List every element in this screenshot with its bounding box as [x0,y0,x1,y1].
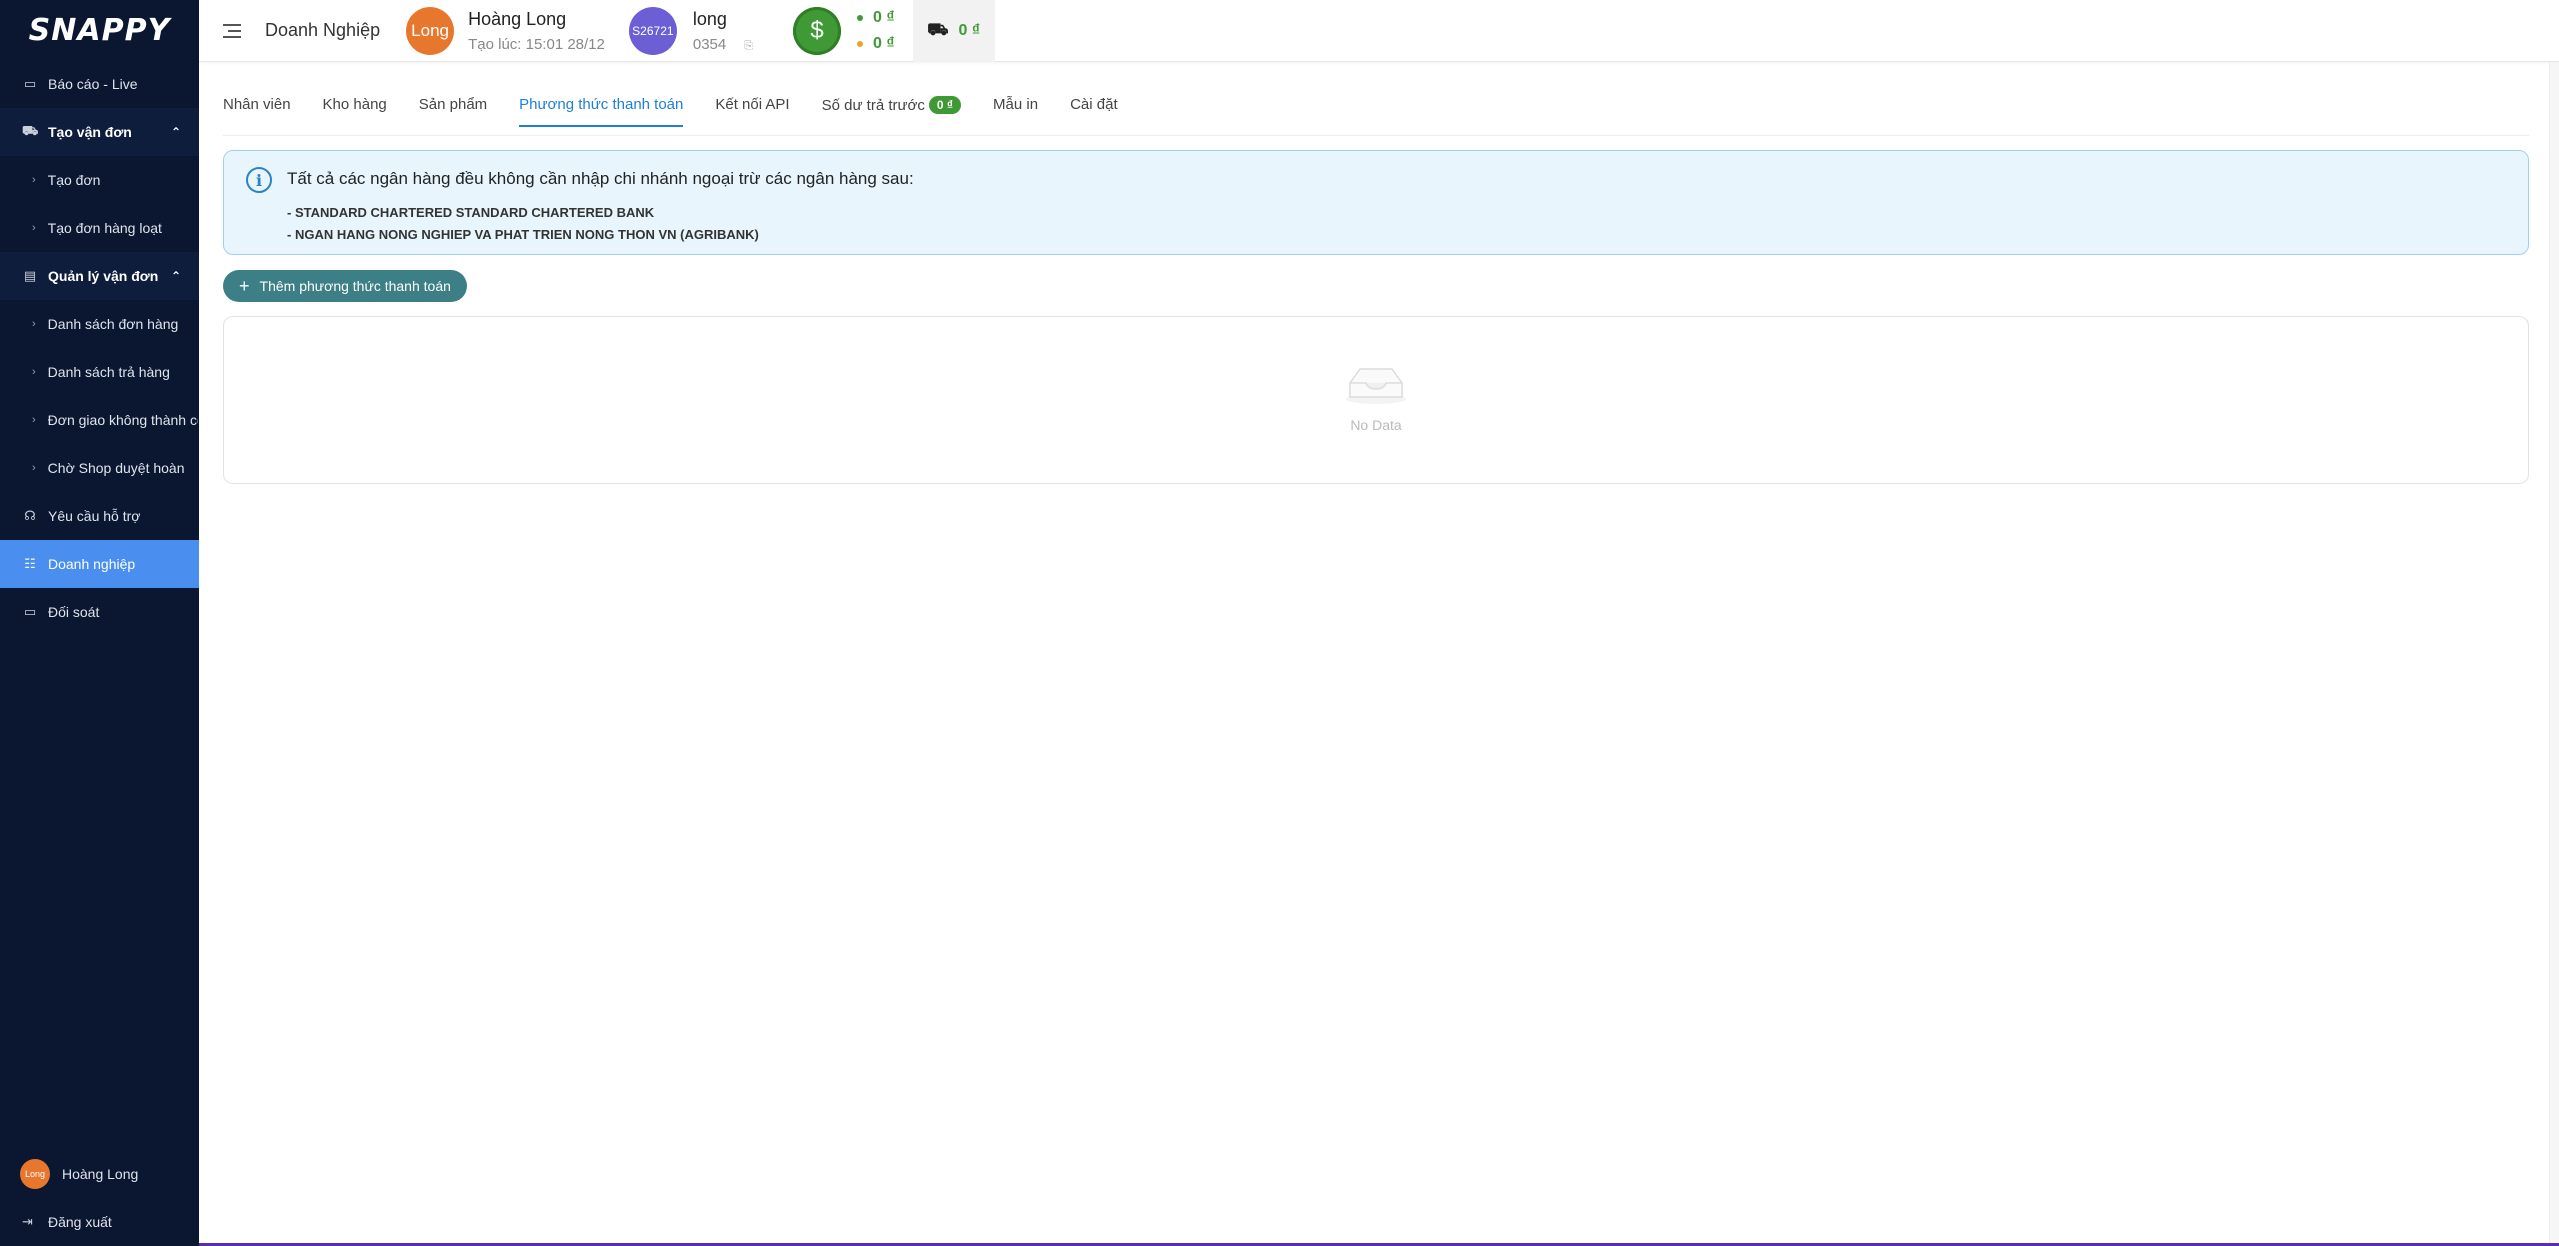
chevron-right-icon: › [32,366,36,378]
truck-icon: ⛟ [927,19,949,39]
info-icon: i [246,167,272,193]
chevron-right-icon: › [32,318,36,330]
monitor-icon: ▭ [23,76,37,91]
sidebar-item-return-list[interactable]: › Danh sách trả hàng [0,348,199,396]
tab-payment-methods[interactable]: Phương thức thanh toán [519,96,684,127]
main-content: Nhân viên Kho hàng Sản phẩm Phương thức … [199,62,2559,1246]
user-info: Hoàng Long Tạo lúc: 15:01 28/12 [468,9,605,53]
copy-icon[interactable]: ⎘ [744,40,753,52]
notice-bank-line: - STANDARD CHARTERED STANDARD CHARTERED … [287,205,655,220]
tab-label: Số dư trả trước [821,96,925,114]
chevron-up-icon: ⌃ [170,269,181,283]
tab-employees[interactable]: Nhân viên [223,96,291,125]
card-icon: ▭ [23,604,37,619]
sidebar-user[interactable]: Long Hoàng Long [0,1150,199,1198]
sidebar: SNAPPY ▭ Báo cáo - Live ⛟ Tạo vận đơn ⌃ … [0,0,199,1246]
empty-text: No Data [1350,417,1402,433]
menu-toggle-icon[interactable] [223,23,241,38]
shipping-balance-box[interactable]: ⛟ 0 ₫ [912,0,995,62]
tab-warehouses[interactable]: Kho hàng [323,96,387,125]
logout-label: Đăng xuất [48,1214,112,1230]
tab-print-templates[interactable]: Mẫu in [993,96,1038,125]
sidebar-group-manage-orders[interactable]: ▤ Quản lý vận đơn ⌃ [0,252,199,300]
green-dot-icon [857,14,864,21]
team-icon: ☷ [24,556,36,571]
sidebar-item-label: Tạo vận đơn [48,124,132,140]
dollar-icon[interactable]: $ [793,6,842,55]
balance-main: 0 ₫ [873,8,895,26]
sidebar-item-label: Danh sách trả hàng [47,364,170,380]
plus-icon: + [239,275,250,296]
sidebar-item-label: Chờ Shop duyệt hoàn [47,460,185,476]
sidebar-footer: Long Hoàng Long ⇥ Đăng xuất [0,1150,199,1246]
add-payment-method-label: Thêm phương thức thanh toán [259,278,451,294]
user-name: Hoàng Long [468,8,567,29]
sidebar-item-label: Báo cáo - Live [48,76,138,92]
avatar: Long [20,1159,50,1189]
sidebar-item-create-bulk[interactable]: › Tạo đơn hàng loạt [0,204,199,252]
page-title: Doanh Nghiệp [265,20,381,40]
user-created-at: Tạo lúc: 15:01 28/12 [468,35,605,53]
chevron-right-icon: › [32,462,36,474]
cart-icon: ⛟ [22,123,39,138]
balance-secondary: 0 ₫ [873,34,895,52]
tab-prepaid-balance[interactable]: Số dư trả trước 0 ₫ [821,96,962,126]
sidebar-item-create-single[interactable]: › Tạo đơn [0,156,199,204]
payment-methods-list: No Data [223,316,2529,484]
sidebar-item-awaiting-shop-approval[interactable]: › Chờ Shop duyệt hoàn [0,444,199,492]
vertical-scrollbar[interactable] [2549,62,2559,1246]
prepaid-balance-badge: 0 ₫ [928,96,962,114]
chevron-right-icon: › [32,414,36,426]
sidebar-menu: ▭ Báo cáo - Live ⛟ Tạo vận đơn ⌃ › Tạo đ… [0,60,199,636]
sidebar-item-reconciliation[interactable]: ▭ Đối soát [0,588,199,636]
orange-dot-icon [857,40,864,47]
logout-icon: ⇥ [22,1214,33,1229]
sidebar-user-name: Hoàng Long [62,1166,139,1182]
sidebar-item-label: Doanh nghiệp [48,556,136,572]
sidebar-group-create-order[interactable]: ⛟ Tạo vận đơn ⌃ [0,108,199,156]
sidebar-item-failed-delivery[interactable]: › Đơn giao không thành công [0,396,199,444]
tab-products[interactable]: Sản phẩm [419,96,487,125]
tab-settings[interactable]: Cài đặt [1070,96,1118,125]
notice-title: Tất cả các ngân hàng đều không cần nhập … [287,169,914,188]
bank-branch-notice: i Tất cả các ngân hàng đều không cần nhậ… [223,150,2529,255]
wallet-balances: 0 ₫ 0 ₫ [857,5,895,57]
chevron-right-icon: › [32,222,36,234]
chevron-up-icon: ⌃ [170,125,181,139]
sidebar-item-label: Danh sách đơn hàng [47,316,179,332]
sidebar-item-label: Đơn giao không thành công [47,412,198,428]
document-icon: ▤ [23,268,37,283]
sidebar-item-order-list[interactable]: › Danh sách đơn hàng [0,300,199,348]
sidebar-item-label: Yêu cầu hỗ trợ [48,508,141,524]
sidebar-item-label: Quản lý vận đơn [48,268,159,284]
shop-phone: 0354 ⎘ [693,36,753,53]
sidebar-item-label: Tạo đơn hàng loạt [47,220,162,236]
business-tabs: Nhân viên Kho hàng Sản phẩm Phương thức … [223,96,2529,136]
logout-button[interactable]: ⇥ Đăng xuất [0,1198,199,1246]
top-header: Doanh Nghiệp Long Hoàng Long Tạo lúc: 15… [199,0,2559,62]
tab-api-connection[interactable]: Kết nối API [715,96,789,125]
shop-info: long 0354 ⎘ [693,9,753,53]
shop-avatar[interactable]: S26721 [628,6,677,55]
sidebar-item-business[interactable]: ☷ Doanh nghiệp [0,540,199,588]
sidebar-item-label: Tạo đơn [47,172,101,188]
notice-bank-line: - NGAN HANG NONG NGHIEP VA PHAT TRIEN NO… [287,227,759,242]
shipping-balance: 0 ₫ [958,21,981,39]
empty-inbox-icon [1346,368,1406,404]
headset-icon: ☊ [24,508,36,523]
user-avatar[interactable]: Long [406,6,455,55]
shop-phone-number: 0354 [692,35,727,53]
snappy-logo[interactable]: SNAPPY [0,0,199,60]
sidebar-item-support[interactable]: ☊ Yêu cầu hỗ trợ [0,492,199,540]
sidebar-item-report-live[interactable]: ▭ Báo cáo - Live [0,60,199,108]
sidebar-item-label: Đối soát [48,604,100,620]
add-payment-method-button[interactable]: + Thêm phương thức thanh toán [223,270,467,302]
shop-name: long [692,8,727,29]
chevron-right-icon: › [32,174,36,186]
